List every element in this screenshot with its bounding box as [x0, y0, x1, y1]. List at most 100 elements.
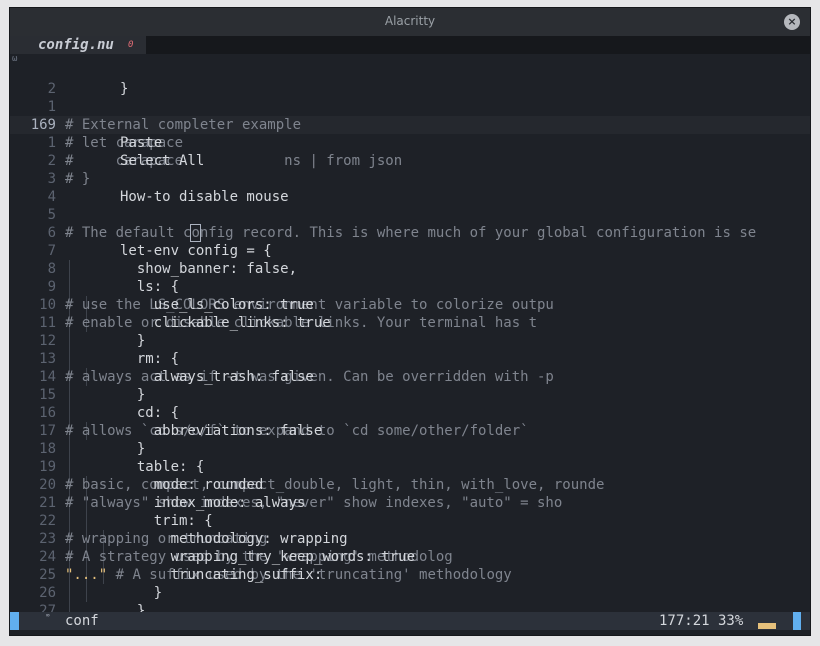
line-number: 9	[47, 279, 56, 295]
line-content: clickable_links: true # enable or disabl…	[65, 314, 537, 332]
string-literal: "..."	[65, 567, 108, 583]
code-line[interactable]: 20 mode: rounded # basic, compact, compa…	[10, 476, 810, 494]
line-number: 6	[47, 225, 56, 241]
code-text: clickable_links: true	[120, 315, 340, 331]
code-line[interactable]: 26 }	[10, 584, 810, 602]
code-line[interactable]: 18 }	[10, 440, 810, 458]
comment-text: # }	[65, 171, 91, 187]
code-text: mode: rounded	[120, 477, 272, 493]
code-line[interactable]: 2 # carapace Select All ns | from json	[10, 152, 810, 170]
code-text: use_ls_colors: true	[120, 297, 323, 313]
code-line[interactable]: 13 rm: {	[10, 350, 810, 368]
code-line[interactable]: 15 }	[10, 386, 810, 404]
code-line[interactable]: 14 always_trash: false # always act as i…	[10, 368, 810, 386]
code-line[interactable]: 25 truncating_suffix: "..." # A suffix u…	[10, 566, 810, 584]
scroll-indicator	[758, 623, 776, 629]
code-text: Select All	[120, 153, 205, 169]
code-line[interactable]: 22 trim: {	[10, 512, 810, 530]
code-line[interactable]: 1	[10, 98, 810, 116]
line-content: abbreviations: false # allows `cd s/o/f`…	[65, 422, 529, 440]
indent-guide	[69, 440, 70, 458]
editor[interactable]: ω 2} 1 169 # External completer example 1 # l…	[10, 54, 810, 620]
tab-config-nu[interactable]: config.nu 0	[10, 36, 146, 54]
line-number: 11	[39, 315, 56, 331]
code-line[interactable]: 3 # }	[10, 170, 810, 188]
line-number: 12	[39, 333, 56, 349]
line-number: 3	[47, 171, 56, 187]
code-text: }	[120, 387, 146, 403]
code-text: let-env config = {	[120, 243, 272, 259]
line-number: 24	[39, 549, 56, 565]
line-number: 25	[39, 567, 56, 583]
code-line[interactable]: 169 # External completer example	[10, 116, 810, 134]
line-content: always_trash: false # always act as if -…	[65, 368, 554, 386]
title-bar[interactable]: Alacritty ×	[10, 8, 810, 36]
line-number: 18	[39, 441, 56, 457]
indent-guide	[69, 458, 70, 476]
line-number: 19	[39, 459, 56, 475]
code-text: always_trash: false	[120, 369, 323, 385]
code-line[interactable]: 19 table: {	[10, 458, 810, 476]
line-content: # The default config record. This is whe…	[65, 224, 756, 242]
mode-indicator-left	[10, 612, 19, 630]
code-line[interactable]: 6 # The default config record. This is wh…	[10, 224, 810, 242]
line-number: 13	[39, 351, 56, 367]
indent-guide	[69, 584, 70, 602]
code-text: }	[120, 585, 163, 601]
code-line[interactable]: 10 use_ls_colors: true # use the LS_COLO…	[10, 296, 810, 314]
tab-bar-empty	[146, 36, 810, 54]
comment-text: o	[190, 224, 201, 242]
code-line[interactable]: 24 wrapping_try_keep_words: true # A str…	[10, 548, 810, 566]
line-number: 1	[47, 99, 56, 115]
tab-label: config.nu	[38, 37, 114, 53]
comment-text: nfig record. This is where much of your …	[199, 225, 757, 241]
indent-guide	[85, 584, 87, 602]
code-text: wrapping_try_keep_words: true	[120, 549, 424, 565]
code-line[interactable]: 21 index_mode: always # "always" show in…	[10, 494, 810, 512]
indent-guide	[85, 512, 87, 530]
code-line[interactable]: 9 ls: {	[10, 278, 810, 296]
line-number: 10	[39, 297, 56, 313]
status-bar: ∞ conf 177:21 33%	[10, 612, 810, 630]
comment-text: # External completer example	[65, 117, 302, 133]
line-content: # let carapace Paste	[65, 134, 191, 152]
tab-bar: config.nu 0	[10, 36, 810, 54]
code-text: ls: {	[120, 279, 180, 295]
code-line[interactable]: 23 methodology: wrapping # wrapping or t…	[10, 530, 810, 548]
code-text: Paste	[120, 135, 163, 151]
status-icon: ∞	[46, 612, 50, 619]
line-content: methodology: wrapping # wrapping or trun…	[65, 530, 348, 548]
code-text: truncating_suffix:	[120, 567, 331, 583]
close-icon[interactable]: ×	[784, 14, 800, 30]
line-number: 17	[39, 423, 56, 439]
line-number: 169	[30, 117, 56, 133]
status-file-name: conf	[65, 613, 99, 629]
code-line[interactable]: 11 clickable_links: true # enable or dis…	[10, 314, 810, 332]
line-number: 1	[47, 135, 56, 151]
code-line[interactable]: 12 }	[10, 332, 810, 350]
code-line[interactable]: 5	[10, 206, 810, 224]
code-line[interactable]: 8 show_banner: false,	[10, 260, 810, 278]
indent-guide	[69, 350, 70, 368]
line-number: 2	[47, 153, 56, 169]
indent-guide	[69, 404, 70, 422]
terminal-window: Alacritty × config.nu 0 ω 2} 1 169 # Extern…	[9, 7, 811, 636]
code-line[interactable]: 2}	[10, 80, 810, 98]
code-line[interactable]: 16 cd: {	[10, 404, 810, 422]
code-text: }	[120, 81, 129, 97]
mode-indicator-right	[793, 612, 801, 630]
code-line[interactable]: 17 abbreviations: false # allows `cd s/o…	[10, 422, 810, 440]
line-number: 20	[39, 477, 56, 493]
code-text: }	[120, 333, 146, 349]
line-number: 15	[39, 387, 56, 403]
code-line[interactable]: 4 How-to disable mouse	[10, 188, 810, 206]
command-line[interactable]	[10, 630, 810, 635]
line-content: mode: rounded # basic, compact, compact_…	[65, 476, 604, 494]
indent-guide	[69, 386, 70, 404]
code-text: abbreviations: false	[120, 423, 331, 439]
line-number: 26	[39, 585, 56, 601]
code-text: index_mode: always	[120, 495, 314, 511]
code-text: show_banner: false,	[120, 261, 298, 277]
code-line[interactable]: 7 let-env config = {	[10, 242, 810, 260]
code-line[interactable]: 1 # let carapace Paste	[10, 134, 810, 152]
